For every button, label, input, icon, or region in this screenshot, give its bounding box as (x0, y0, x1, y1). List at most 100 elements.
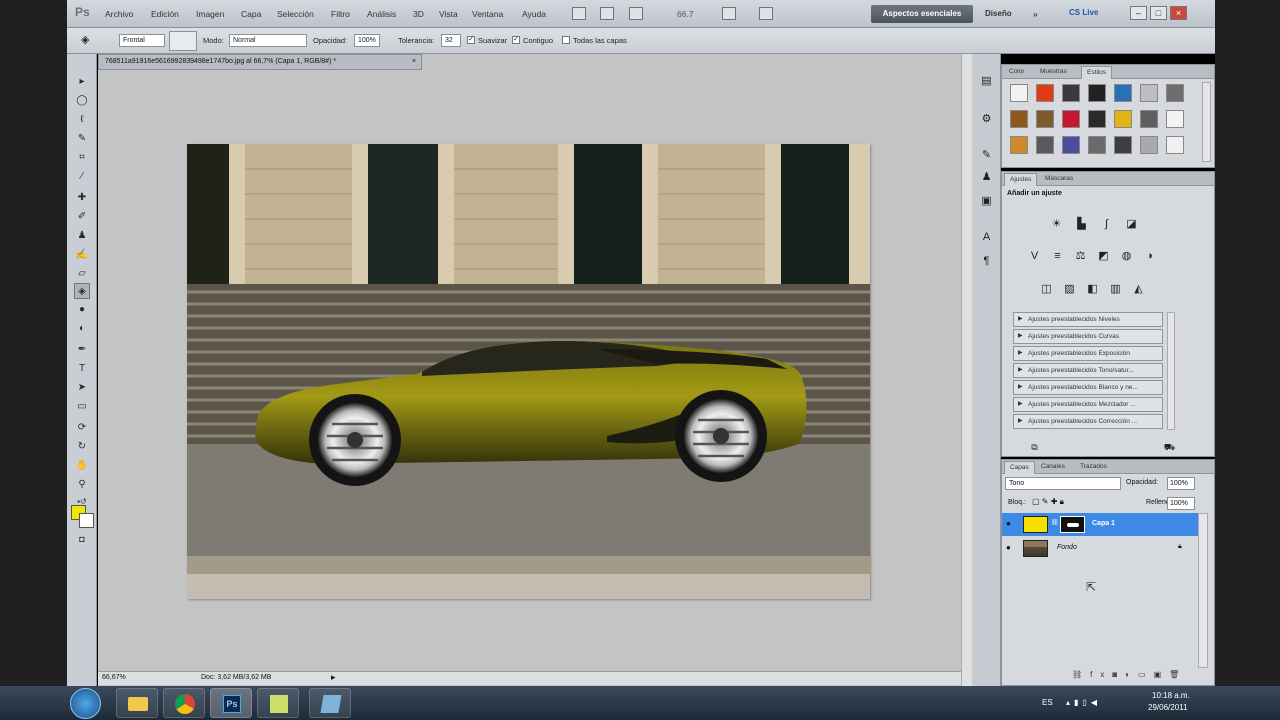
preset-black-white[interactable]: ▶ Ajustes preestablecidos Blanco y ne... (1013, 380, 1163, 395)
vibrance-icon[interactable]: V (1027, 249, 1042, 264)
shape-tool-icon[interactable]: ▭ (74, 399, 90, 415)
selective-color-icon[interactable]: ◭ (1131, 282, 1146, 297)
status-menu-arrow-icon[interactable]: ▸ (331, 672, 336, 683)
style-swatch[interactable] (1166, 84, 1184, 102)
tray-icons[interactable]: ▴▮▯◀ (1066, 698, 1101, 707)
levels-icon[interactable]: ▙ (1074, 217, 1089, 232)
tab-masks[interactable]: Máscaras (1040, 173, 1078, 186)
menu-analisis[interactable]: Análisis (367, 9, 396, 19)
color-balance-icon[interactable]: ⚖ (1073, 249, 1088, 264)
channel-mixer-icon[interactable]: ◑ (1142, 249, 1157, 264)
opacity-input[interactable]: 100% (354, 34, 380, 47)
chrome-taskbar-icon[interactable] (163, 688, 205, 718)
status-zoom[interactable]: 66,67% (102, 674, 126, 681)
layer-row-capa-1[interactable]: ● ⛓ Capa 1 (1002, 513, 1198, 536)
visibility-eye-icon[interactable]: ● (1006, 543, 1011, 552)
lasso-tool-icon[interactable]: ℓ (74, 112, 90, 128)
spot-healing-tool-icon[interactable]: ✚ (74, 190, 90, 206)
style-swatch[interactable] (1062, 110, 1080, 128)
photoshop-taskbar-icon[interactable]: Ps (210, 688, 252, 718)
canvas-pasteboard[interactable] (98, 70, 961, 670)
clock-date[interactable]: 29/06/2011 (1148, 703, 1187, 712)
preset-levels[interactable]: ▶ Ajustes preestablecidos Niveles (1013, 312, 1163, 327)
layer-mask-thumbnail[interactable] (1060, 516, 1085, 533)
style-swatch[interactable] (1166, 136, 1184, 154)
tab-channels[interactable]: Canales (1036, 461, 1070, 474)
menu-3d[interactable]: 3D (413, 9, 424, 19)
hand-tool-icon[interactable]: ✋ (74, 458, 90, 474)
clip-to-layer-icon[interactable]: ⧉ (1027, 440, 1042, 455)
preset-curves[interactable]: ▶ Ajustes preestablecidos Curvas (1013, 329, 1163, 344)
fill-input[interactable]: 100% (1167, 497, 1195, 510)
3d-rotate-tool-icon[interactable]: ⟳ (74, 420, 90, 436)
menu-ventana[interactable]: Ventana (472, 9, 503, 19)
threshold-icon[interactable]: ◧ (1085, 282, 1100, 297)
style-swatch[interactable] (1010, 110, 1028, 128)
style-swatch[interactable] (1036, 136, 1054, 154)
clock-time[interactable]: 10:18 a.m. (1152, 691, 1190, 700)
more-workspaces-icon[interactable]: » (1033, 9, 1038, 19)
style-swatch[interactable] (1010, 136, 1028, 154)
screen-mode-icon[interactable] (759, 7, 773, 20)
curves-icon[interactable]: ∫ (1099, 217, 1114, 232)
fill-source-select[interactable]: Frontal (119, 34, 165, 47)
eraser-tool-icon[interactable]: ▱ (74, 266, 90, 282)
brush-presets-icon[interactable]: ✎ (979, 148, 994, 163)
bridge-icon[interactable] (572, 7, 586, 20)
preset-exposure[interactable]: ▶ Ajustes preestablecidos Exposición (1013, 346, 1163, 361)
preset-hue-saturation[interactable]: ▶ Ajustes preestablecidos Tono/satur... (1013, 363, 1163, 378)
brush-tool-icon[interactable]: ✐ (74, 209, 90, 225)
zoom-tool-icon[interactable]: ⚲ (74, 477, 90, 493)
style-swatch[interactable] (1036, 84, 1054, 102)
close-button[interactable]: × (1170, 6, 1187, 20)
character-panel-icon[interactable]: A (979, 230, 994, 245)
crop-tool-icon[interactable]: ⌗ (74, 150, 90, 166)
style-swatch[interactable] (1114, 110, 1132, 128)
arrange-documents-icon[interactable] (722, 7, 736, 20)
document-image[interactable] (187, 144, 870, 599)
hue-saturation-icon[interactable]: ≡ (1050, 249, 1065, 264)
minimize-button[interactable]: – (1130, 6, 1147, 20)
3d-orbit-tool-icon[interactable]: ↻ (74, 439, 90, 455)
posterize-icon[interactable]: ▨ (1062, 282, 1077, 297)
style-swatch[interactable] (1088, 136, 1106, 154)
pen-tool-icon[interactable]: ✒ (74, 342, 90, 358)
start-button[interactable] (70, 688, 101, 719)
cs-live-button[interactable]: CS Live (1069, 8, 1098, 17)
workspace-essentials-button[interactable]: Aspectos esenciales (871, 5, 973, 23)
style-swatch[interactable] (1114, 136, 1132, 154)
maximize-button[interactable]: □ (1150, 6, 1167, 20)
notes-taskbar-icon[interactable] (257, 688, 299, 718)
move-tool-icon[interactable]: ▸ (74, 74, 90, 90)
pattern-picker[interactable] (169, 31, 197, 51)
quick-mask-icon[interactable]: ◘ (74, 531, 90, 547)
tab-color[interactable]: Color (1004, 66, 1030, 79)
tab-adjustments[interactable]: Ajustes (1004, 173, 1038, 186)
menu-seleccion[interactable]: Selección (277, 9, 314, 19)
tab-swatches[interactable]: Muestras (1035, 66, 1072, 79)
blend-mode-select[interactable]: Tono (1005, 477, 1121, 490)
menu-ayuda[interactable]: Ayuda (522, 9, 546, 19)
presets-scrollbar[interactable] (1167, 312, 1175, 430)
tolerance-input[interactable]: 32 (441, 34, 461, 47)
style-swatch[interactable] (1114, 84, 1132, 102)
menu-vista[interactable]: Vista (439, 9, 458, 19)
style-swatch[interactable] (1140, 110, 1158, 128)
view-extras-icon[interactable] (629, 7, 643, 20)
marquee-tool-icon[interactable]: ◯ (74, 93, 90, 109)
path-select-tool-icon[interactable]: ➤ (74, 380, 90, 396)
layer-name[interactable]: Capa 1 (1092, 520, 1115, 527)
style-swatch[interactable] (1036, 110, 1054, 128)
paint-bucket-icon[interactable]: ◈ (81, 33, 89, 46)
workspace-design-button[interactable]: Diseño (985, 9, 1012, 18)
status-doc-size[interactable]: Doc: 3,62 MB/3,62 MB (201, 674, 271, 681)
brightness-contrast-icon[interactable]: ☀ (1049, 217, 1064, 232)
lock-icons[interactable]: ▢ ✎ ✚ 🔒︎ (1032, 497, 1064, 507)
invert-icon[interactable]: ◫ (1039, 282, 1054, 297)
preset-selective-color[interactable]: ▶ Ajustes preestablecidos Corrección ... (1013, 414, 1163, 429)
style-swatch[interactable] (1062, 84, 1080, 102)
menu-filtro[interactable]: Filtro (331, 9, 350, 19)
tab-paths[interactable]: Trazados (1075, 461, 1112, 474)
gradient-map-icon[interactable]: ▥ (1108, 282, 1123, 297)
paragraph-panel-icon[interactable]: ¶ (979, 254, 994, 269)
